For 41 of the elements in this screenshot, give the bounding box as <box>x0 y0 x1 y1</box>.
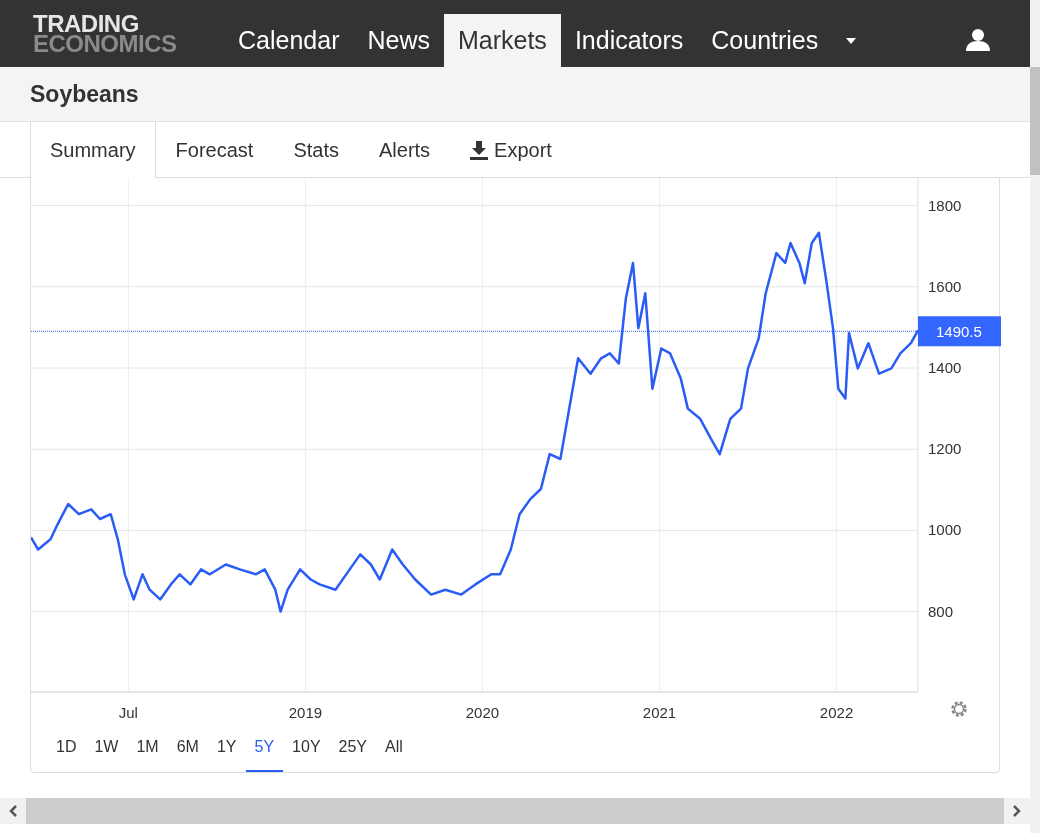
range-button[interactable]: All <box>376 723 412 772</box>
x-axis-label: 2019 <box>288 704 323 721</box>
x-axis-label: 2022 <box>819 704 854 721</box>
range-button[interactable]: 1D <box>47 723 86 772</box>
scroll-left-icon[interactable] <box>9 805 17 817</box>
x-axis-label: 2021 <box>642 704 677 721</box>
range-button[interactable]: 10Y <box>283 723 330 772</box>
nav-item[interactable]: Countries <box>697 14 833 67</box>
y-axis-label: 800 <box>928 602 954 620</box>
y-axis-label: 1200 <box>928 440 962 458</box>
tab[interactable]: Alerts <box>358 122 451 178</box>
logo[interactable]: TRADING ECONOMICS <box>0 0 224 67</box>
tab[interactable]: Summary <box>30 122 156 178</box>
export-button[interactable]: Export <box>450 122 572 178</box>
range-button[interactable]: 1W <box>85 723 128 772</box>
nav-item[interactable]: Markets <box>443 14 561 67</box>
caret-icon[interactable] <box>846 37 857 44</box>
nav-item[interactable]: News <box>353 14 444 67</box>
tab[interactable]: Stats <box>273 122 359 178</box>
y-axis-label: 1400 <box>928 359 962 376</box>
scrollbar-thumb[interactable] <box>26 798 1004 824</box>
download-icon <box>470 140 489 160</box>
y-axis-label: 1800 <box>928 196 962 214</box>
nav-item[interactable]: Indicators <box>560 14 698 67</box>
scrollbar-thumb[interactable] <box>1030 67 1040 175</box>
tab[interactable]: Forecast <box>155 122 274 178</box>
settings-icon[interactable] <box>951 701 967 717</box>
range-button[interactable]: 1Y <box>207 723 246 772</box>
y-axis-label: 1000 <box>928 521 962 539</box>
last-price-label: 1490.5 <box>936 323 982 341</box>
range-button[interactable]: 6M <box>167 723 208 772</box>
range-button[interactable]: 5Y <box>245 723 284 772</box>
range-button[interactable]: 25Y <box>329 723 376 772</box>
scroll-right-icon[interactable] <box>1013 805 1021 817</box>
nav-item[interactable]: Calendar <box>224 14 354 67</box>
x-axis-label: 2020 <box>465 704 500 721</box>
range-button[interactable]: 1M <box>127 723 168 772</box>
user-icon[interactable] <box>966 28 990 51</box>
y-axis-label: 1600 <box>928 277 962 295</box>
page-title: Soybeans <box>30 80 139 108</box>
x-axis-label: Jul <box>118 704 138 721</box>
